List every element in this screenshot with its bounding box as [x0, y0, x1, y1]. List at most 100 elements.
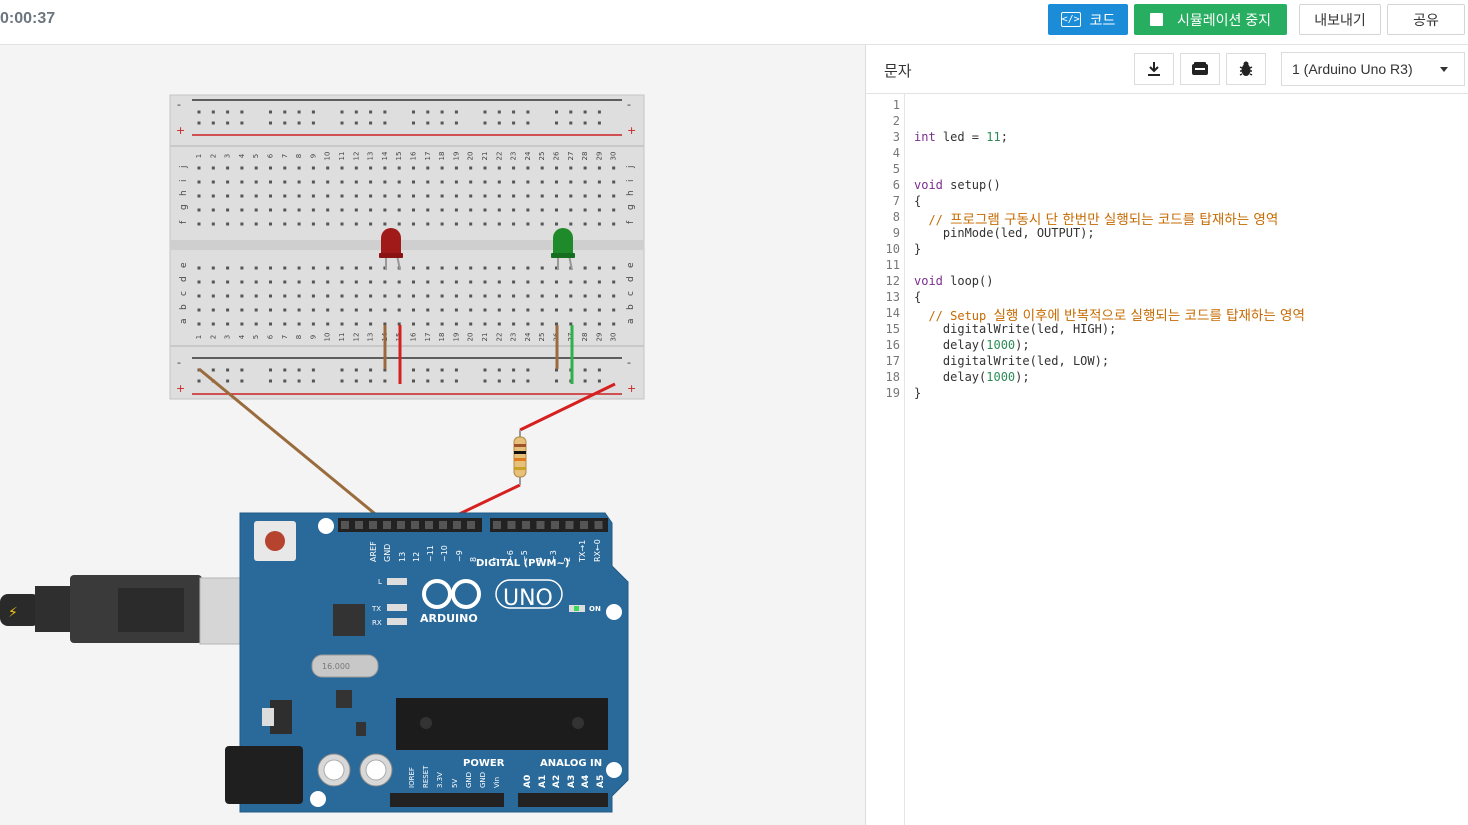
- line-number: 14: [885, 306, 900, 320]
- svg-text:10: 10: [324, 152, 332, 161]
- bug-icon: [1239, 61, 1253, 76]
- svg-text:21: 21: [481, 333, 489, 342]
- code-panel: 문자 1 (Arduino Uno R3) 123456 7 8 9 10 11…: [865, 45, 1468, 825]
- line-number: 10: [885, 242, 900, 256]
- line-number: 19: [885, 386, 900, 400]
- resistor[interactable]: [513, 436, 527, 478]
- code-line-17: digitalWrite(led, LOW);: [914, 354, 1110, 368]
- code-button-label: 코드: [1089, 11, 1116, 28]
- line-number: 7: [892, 194, 900, 208]
- svg-text:4: 4: [238, 153, 246, 158]
- code-panel-header: 문자 1 (Arduino Uno R3): [866, 45, 1468, 94]
- svg-text:30: 30: [610, 152, 618, 161]
- svg-text:13: 13: [398, 552, 407, 562]
- download-button[interactable]: [1134, 53, 1174, 85]
- svg-text:7: 7: [492, 557, 501, 562]
- svg-text:A3: A3: [567, 775, 577, 788]
- rx-label: RX: [372, 619, 382, 627]
- library-button[interactable]: [1180, 53, 1220, 85]
- svg-text:12: 12: [412, 552, 421, 562]
- svg-text:12: 12: [352, 152, 360, 161]
- line-number: 8: [892, 210, 900, 224]
- svg-text:d: d: [626, 276, 636, 282]
- svg-text:22: 22: [495, 333, 503, 342]
- code-line-7: {: [914, 194, 922, 208]
- line-number: 15: [885, 322, 900, 336]
- line-number: 3: [892, 130, 900, 144]
- caret-down-icon: [1440, 67, 1448, 72]
- svg-text:1: 1: [195, 154, 203, 158]
- power-label: POWER: [463, 758, 505, 769]
- svg-text:RESET: RESET: [422, 765, 430, 788]
- svg-text:15: 15: [395, 152, 403, 161]
- stop-simulation-button[interactable]: 시뮬레이션 중지: [1134, 4, 1287, 35]
- svg-text:28: 28: [581, 333, 589, 342]
- line-number: 13: [885, 290, 900, 304]
- svg-text:GND: GND: [383, 544, 392, 562]
- svg-text:h: h: [179, 190, 189, 196]
- svg-text:25: 25: [538, 333, 546, 342]
- svg-text:b: b: [179, 304, 189, 310]
- svg-text:~6: ~6: [506, 550, 515, 562]
- svg-text:6: 6: [267, 153, 275, 158]
- svg-text:h: h: [626, 190, 636, 196]
- svg-text:1: 1: [195, 335, 203, 339]
- svg-text:GND: GND: [479, 772, 487, 788]
- code-button[interactable]: </> 코드: [1048, 4, 1128, 35]
- code-line-10: }: [914, 242, 922, 256]
- svg-text:8: 8: [295, 154, 303, 158]
- download-icon: [1148, 62, 1160, 76]
- svg-text:24: 24: [524, 332, 532, 341]
- code-line-8: // 프로그램 구동시 단 한번만 실행되는 코드를 탑재하는 영역: [914, 212, 1279, 228]
- code-line-19: }: [914, 386, 922, 400]
- circuit-canvas[interactable]: - - + + - - + + 1 1 2 2 3 3 4 4 5 5 6 6 7 7 8 8 9 9 10 10 11…: [0, 45, 865, 825]
- svg-text:a: a: [179, 318, 189, 324]
- svg-text:~11: ~11: [426, 545, 435, 562]
- svg-text:7: 7: [281, 154, 289, 158]
- code-line-12: void loop(): [914, 274, 994, 288]
- svg-text:g: g: [626, 204, 636, 210]
- svg-text:30: 30: [610, 333, 618, 342]
- svg-text:i: i: [626, 179, 636, 182]
- svg-text:21: 21: [481, 152, 489, 161]
- svg-text:28: 28: [581, 152, 589, 161]
- stop-icon: [1149, 13, 1163, 26]
- arduino-brand: ARDUINO: [420, 612, 478, 625]
- svg-text:b: b: [626, 304, 636, 310]
- line-number: 9: [892, 226, 900, 240]
- board-select-value: 1 (Arduino Uno R3): [1292, 61, 1413, 77]
- svg-text:i: i: [179, 179, 189, 182]
- svg-text:e: e: [179, 262, 189, 268]
- code-mode-label[interactable]: 문자: [884, 60, 912, 81]
- svg-text:18: 18: [438, 333, 446, 342]
- debugger-button[interactable]: [1226, 53, 1266, 85]
- share-button[interactable]: 공유: [1387, 4, 1465, 35]
- rail-minus-label: -: [177, 356, 181, 369]
- svg-text:16: 16: [410, 151, 418, 160]
- svg-text:IOREF: IOREF: [408, 767, 416, 788]
- code-line-3: int led = 11;: [914, 130, 1008, 144]
- svg-text:10: 10: [324, 333, 332, 342]
- line-number: 11: [885, 258, 900, 272]
- board-select[interactable]: 1 (Arduino Uno R3): [1281, 52, 1465, 86]
- svg-text:3: 3: [224, 335, 232, 339]
- svg-text:A2: A2: [552, 775, 562, 788]
- svg-text:11: 11: [338, 152, 346, 161]
- svg-text:d: d: [179, 276, 189, 282]
- svg-text:29: 29: [595, 333, 603, 342]
- svg-text:TX→1: TX→1: [578, 540, 587, 563]
- export-button[interactable]: 내보내기: [1299, 4, 1381, 35]
- svg-text:g: g: [179, 204, 189, 210]
- svg-text:11: 11: [338, 333, 346, 342]
- svg-text:5: 5: [252, 335, 260, 339]
- svg-text:c: c: [626, 291, 636, 296]
- stop-simulation-label: 시뮬레이션 중지: [1176, 11, 1272, 28]
- svg-text:A1: A1: [538, 775, 548, 788]
- svg-text:3.3V: 3.3V: [436, 772, 444, 788]
- svg-text:AREF: AREF: [369, 541, 378, 562]
- line-number: 1: [892, 98, 900, 112]
- code-line-9: pinMode(led, OUTPUT);: [914, 226, 1095, 240]
- arduino-uno[interactable]: DIGITAL (PWM~) ARDUINO UNO ON L TX RX PO…: [225, 512, 629, 813]
- svg-text:19: 19: [452, 152, 460, 161]
- tx-label: TX: [371, 605, 381, 613]
